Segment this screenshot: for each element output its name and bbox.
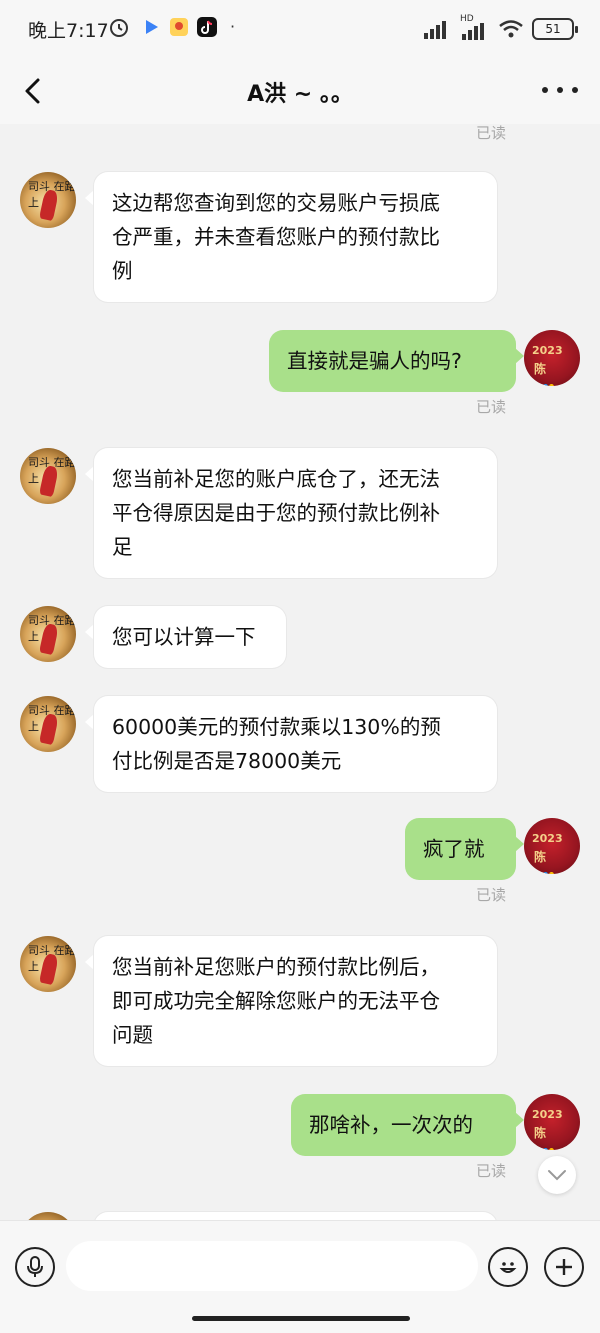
message-line: 疯了就 <box>423 837 485 861</box>
bubble-tail <box>85 466 94 482</box>
message-line: 付比例是否是78000美元 <box>112 749 342 773</box>
add-button[interactable] <box>544 1247 584 1287</box>
message-bubble[interactable]: 您当前补足您的账户底仓了，还无法 平仓得原因是由于您的预付款比例补 足 <box>94 448 497 578</box>
more-dot-icon <box>542 87 548 93</box>
shop-app-icon <box>170 18 188 36</box>
message-bubble[interactable]: 那啥补，一次次的 <box>291 1094 516 1156</box>
avatar[interactable]: 2023 陈 <box>524 1094 580 1150</box>
status-right: HD 51 <box>424 14 578 42</box>
bubble-tail <box>515 348 524 364</box>
status-bar: 晚上7:17 · HD 51 <box>0 0 600 58</box>
avatar-dots <box>537 374 555 386</box>
bubble-tail <box>85 714 94 730</box>
microphone-icon <box>27 1256 43 1277</box>
avatar-year: 2023 <box>532 1108 563 1121</box>
avatar[interactable] <box>20 1212 76 1220</box>
more-dot-icon <box>572 87 578 93</box>
more-options-button[interactable] <box>542 78 578 102</box>
avatar-year: 2023 <box>532 832 563 845</box>
message-line: 您可以计算一下 <box>112 625 256 649</box>
message-bubble[interactable]: 这边帮您查询到您的交易账户亏损底 仓严重，并未查看您账户的预付款比 例 <box>94 172 497 302</box>
bubble-tail <box>85 624 94 640</box>
alarm-icon <box>110 19 128 37</box>
voice-button[interactable] <box>15 1247 55 1287</box>
avatar[interactable]: 司斗 在路上 <box>20 936 76 992</box>
bubble-tail <box>515 836 524 852</box>
avatar-dots <box>537 862 555 874</box>
message-bubble[interactable]: 疯了就 <box>405 818 516 880</box>
battery-indicator: 51 <box>532 18 578 40</box>
bubble-tail <box>85 954 94 970</box>
message-line: 仓严重，并未查看您账户的预付款比 <box>112 225 440 249</box>
notification-dot: · <box>230 17 236 36</box>
message-bubble[interactable]: 您当前补足您账户的预付款比例后， 即可成功完全解除您账户的无法平仓 问题 <box>94 936 497 1066</box>
chevron-down-icon <box>548 1170 566 1181</box>
avatar-year: 2023 <box>532 344 563 357</box>
chat-header: A洪 ~ 。。 <box>0 58 600 124</box>
emoji-button[interactable] <box>488 1247 528 1287</box>
bubble-tail <box>515 1112 524 1128</box>
more-dot-icon <box>557 87 563 93</box>
avatar[interactable]: 2023 陈 <box>524 818 580 874</box>
message-input[interactable] <box>66 1241 478 1291</box>
message-line: 您当前补足您的账户底仓了，还无法 <box>112 467 440 491</box>
read-receipt: 已读 <box>476 124 507 142</box>
read-receipt: 已读 <box>476 886 507 904</box>
signal-hd-icon: HD <box>460 14 490 40</box>
message-line: 直接就是骗人的吗? <box>287 349 462 373</box>
message-bubble[interactable]: 60000美元的预付款乘以130%的预 付比例是否是78000美元 <box>94 696 497 792</box>
message-line: 即可成功完全解除您账户的无法平仓 <box>112 989 440 1013</box>
tiktok-icon <box>197 17 217 37</box>
avatar[interactable]: 司斗 在路上 <box>20 696 76 752</box>
avatar[interactable]: 司斗 在路上 <box>20 448 76 504</box>
avatar[interactable]: 司斗 在路上 <box>20 172 76 228</box>
scroll-to-bottom-button[interactable] <box>538 1156 576 1194</box>
home-indicator[interactable] <box>192 1316 410 1321</box>
message-line: 足 <box>112 535 133 559</box>
read-receipt: 已读 <box>476 1162 507 1180</box>
message-line: 您当前补足您账户的预付款比例后， <box>112 955 440 979</box>
status-time: 晚上7:17 <box>28 20 109 42</box>
message-line: 60000美元的预付款乘以130%的预 <box>112 715 441 739</box>
message-bubble[interactable]: 直接就是骗人的吗? <box>269 330 516 392</box>
message-bubble[interactable] <box>94 1212 497 1220</box>
message-line: 平仓得原因是由于您的预付款比例补 <box>112 501 440 525</box>
message-bubble[interactable]: 您可以计算一下 <box>94 606 286 668</box>
message-line: 问题 <box>112 1023 153 1047</box>
signal-icon <box>424 21 446 39</box>
message-line: 例 <box>112 259 133 283</box>
avatar-dots <box>537 1138 555 1150</box>
bubble-tail <box>85 190 94 206</box>
wifi-icon <box>499 20 523 38</box>
message-line: 这边帮您查询到您的交易账户亏损底 <box>112 191 440 215</box>
video-app-icon <box>146 20 158 34</box>
message-line: 那啥补，一次次的 <box>309 1113 473 1137</box>
smiley-icon <box>499 1262 517 1273</box>
message-list[interactable]: 已读 司斗 在路上 这边帮您查询到您的交易账户亏损底 仓严重，并未查看您账户的预… <box>0 124 600 1220</box>
avatar[interactable]: 司斗 在路上 <box>20 606 76 662</box>
plus-icon <box>556 1259 572 1275</box>
read-receipt: 已读 <box>476 398 507 416</box>
avatar[interactable]: 2023 陈 <box>524 330 580 386</box>
chat-title: A洪 ~ 。。 <box>247 82 353 107</box>
